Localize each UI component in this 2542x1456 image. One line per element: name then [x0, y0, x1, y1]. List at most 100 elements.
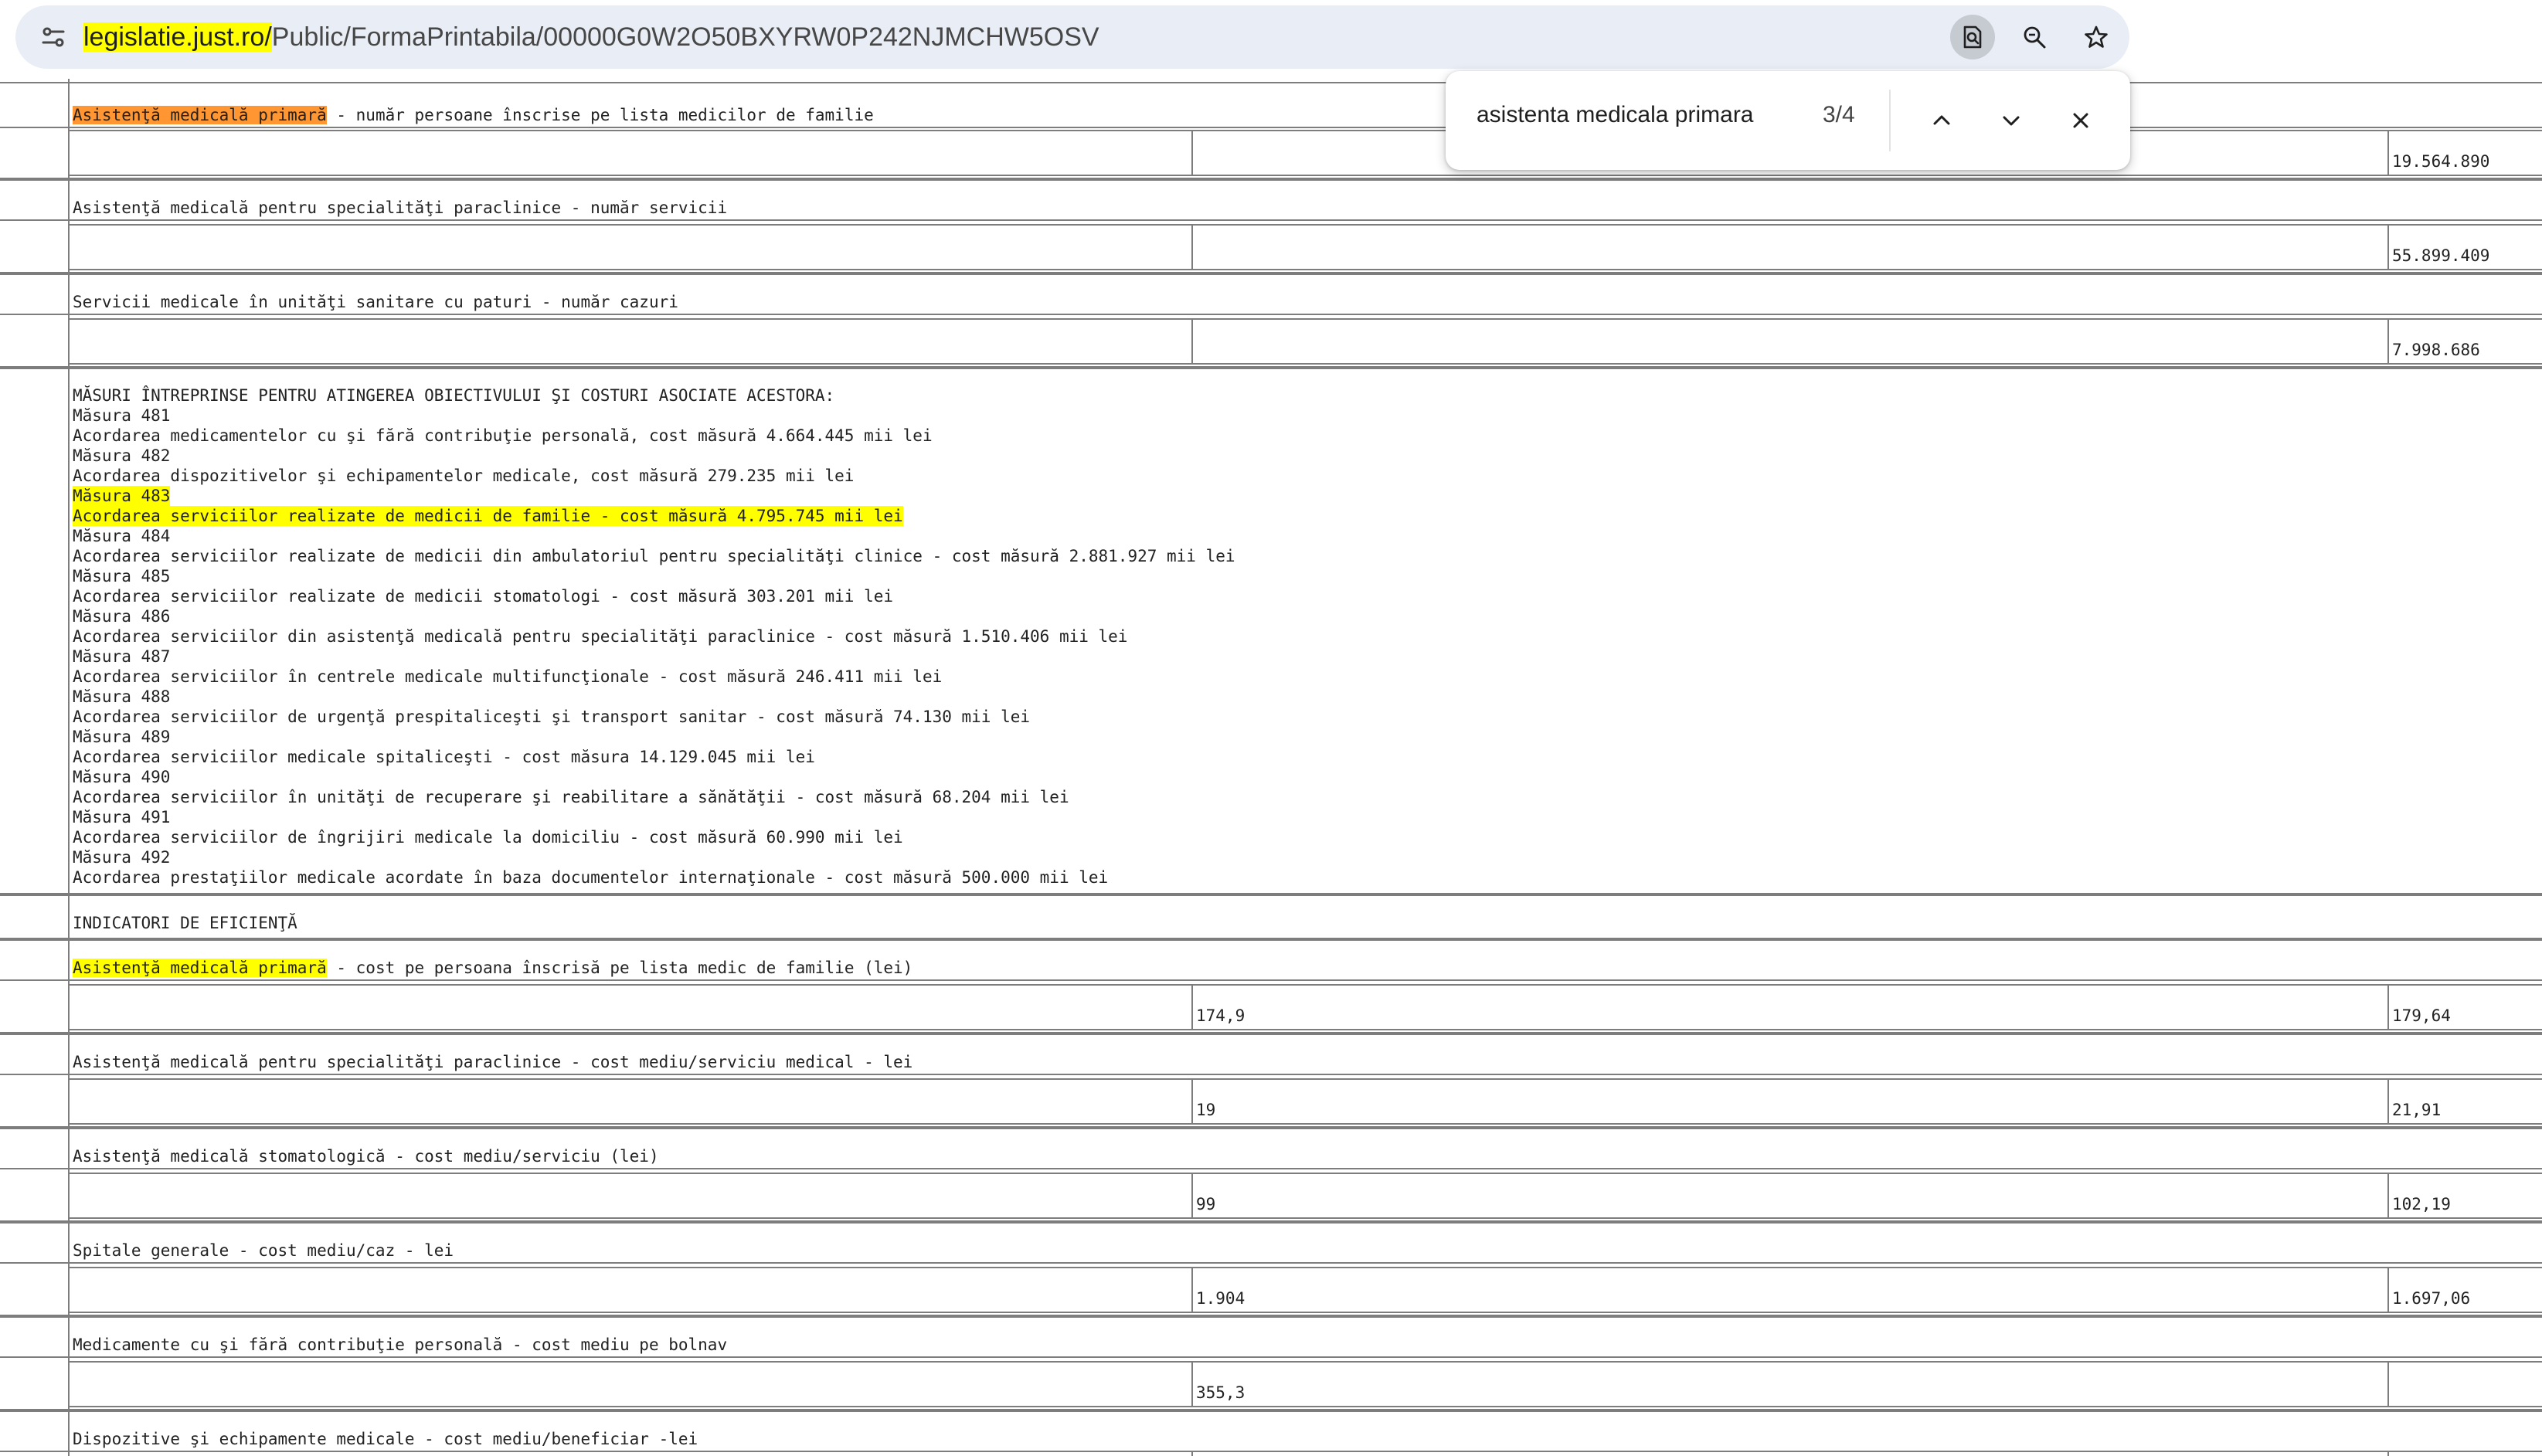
find-divider — [1889, 90, 1891, 151]
find-previous-button[interactable] — [1920, 99, 1963, 142]
table-rule — [0, 272, 2542, 275]
table-rule — [0, 314, 2542, 315]
bookmark-star-icon[interactable] — [2074, 15, 2119, 59]
table-row-label: Asistenţă medicală pentru specialităţi p… — [73, 1053, 913, 1071]
table-cell-value: 19 — [1196, 1101, 1216, 1119]
measure-code: Măsura 481 — [73, 406, 171, 425]
measures-heading: MĂSURI ÎNTREPRINSE PENTRU ATINGEREA OBIE… — [73, 386, 835, 405]
table-rule — [0, 893, 2542, 896]
section-heading: INDICATORI DE EFICIENŢĂ — [73, 914, 297, 932]
table-cell-value: 174,9 — [1196, 1006, 1246, 1025]
measure-text: Acordarea serviciilor realizate de medic… — [73, 587, 894, 606]
measure-text: Acordarea dispozitivelor şi echipamentel… — [73, 467, 855, 485]
table-row-label: Dispozitive şi echipamente medicale - co… — [73, 1430, 698, 1448]
table-row-label: Asistenţă medicală stomatologică - cost … — [73, 1147, 659, 1166]
table-cell — [1191, 1361, 2389, 1407]
table-cell-value: 99 — [1196, 1195, 1216, 1213]
table-cell — [68, 1267, 1193, 1313]
table-cell — [68, 1173, 1193, 1219]
table-cell-value: 21,91 — [2392, 1101, 2442, 1119]
measure-code: Măsura 491 — [73, 808, 171, 826]
table-cell-value: 19.564.890 — [2392, 152, 2490, 171]
label-text: - cost pe persoana înscrisă pe lista med… — [326, 959, 913, 977]
table-cell-value: 179,64 — [2392, 1006, 2451, 1025]
measure-code: Măsura 482 — [73, 446, 171, 465]
measure-code: Măsura 490 — [73, 768, 171, 786]
table-row-label: Asistenţă medicală primară - număr perso… — [73, 105, 874, 125]
table-cell — [68, 130, 1193, 176]
chevron-up-icon — [1933, 115, 1950, 125]
table-cell — [1191, 318, 2389, 365]
table-row-label: Servicii medicale în unităţi sanitare cu… — [73, 293, 678, 311]
table-cell-value: 102,19 — [2392, 1195, 2451, 1213]
measure-text: Acordarea serviciilor realizate de medic… — [73, 547, 1235, 565]
table-rule — [0, 938, 2542, 941]
measure-text: Acordarea serviciilor medicale spitalice… — [73, 748, 815, 766]
table-rule — [0, 1074, 2542, 1075]
measure-text: Acordarea prestaţiilor medicale acordate… — [73, 868, 1109, 887]
measure-text: Acordarea serviciilor de urgenţă prespit… — [73, 708, 1031, 726]
table-cell-value: 1.697,06 — [2392, 1289, 2471, 1308]
find-next-button[interactable] — [1990, 99, 2033, 142]
table-cell — [2387, 1361, 2542, 1407]
table-cell — [68, 224, 1193, 270]
find-match: Asistenţă medicală primară — [73, 959, 327, 977]
table-rule — [0, 178, 2542, 181]
table-column-line — [68, 79, 70, 1456]
measure-text: Acordarea serviciilor de îngrijiri medic… — [73, 828, 903, 847]
table-cell — [68, 318, 1193, 365]
measure-code: Măsura 489 — [73, 728, 171, 746]
table-cell — [68, 984, 1193, 1030]
find-match-count: 3/4 — [1823, 102, 1855, 127]
url-path: Public/FormaPrintabila/00000G0W2O50BXYRW… — [271, 22, 1099, 52]
table-cell — [68, 1078, 1193, 1125]
find-in-page-icon[interactable] — [1950, 15, 1995, 59]
find-match-active: Asistenţă medicală primară — [73, 106, 327, 124]
browser-toolbar: legislatie.just.ro/Public/FormaPrintabil… — [0, 0, 2542, 79]
measure-code: Măsura 485 — [73, 567, 171, 585]
document-page: Asistenţă medicală primară - număr perso… — [0, 79, 2542, 1456]
measure-text: Acordarea serviciilor din asistenţă medi… — [73, 627, 1128, 646]
chevron-down-icon — [2003, 116, 2020, 126]
table-rule — [0, 1451, 2542, 1452]
table-cell — [1191, 1267, 2389, 1313]
find-input[interactable]: asistenta medicala primara — [1477, 102, 1754, 128]
site-info-icon[interactable] — [32, 16, 74, 58]
measure-code-highlighted: Măsura 483 — [73, 486, 171, 506]
find-close-button[interactable] — [2059, 99, 2102, 142]
table-row-label: Asistenţă medicală primară - cost pe per… — [73, 958, 912, 978]
table-rule — [0, 1126, 2542, 1129]
table-rule — [0, 1168, 2542, 1169]
find-bar: asistenta medicala primara 3/4 — [1446, 71, 2130, 170]
measure-text: Acordarea medicamentelor cu şi fără cont… — [73, 426, 933, 445]
table-rule — [0, 82, 2542, 83]
measures-list: MĂSURI ÎNTREPRINSE PENTRU ATINGEREA OBIE… — [73, 385, 1235, 888]
address-bar[interactable]: legislatie.just.ro/Public/FormaPrintabil… — [15, 5, 2129, 69]
table-rule — [0, 127, 2542, 128]
url-host: legislatie.just.ro/ — [83, 22, 272, 52]
table-rule — [0, 219, 2542, 221]
table-cell-value: 1.904 — [1196, 1289, 1246, 1308]
table-row-label: Asistenţă medicală pentru specialităţi p… — [73, 199, 728, 217]
table-rule — [0, 1315, 2542, 1318]
table-cell-value: 7.998.686 — [2392, 341, 2480, 359]
table-row-label: Medicamente cu şi fără contribuţie perso… — [73, 1336, 728, 1354]
measure-text-highlighted: Acordarea serviciilor realizate de medic… — [73, 506, 903, 526]
table-cell — [1191, 1173, 2389, 1219]
table-cell — [1191, 224, 2389, 270]
measure-code: Măsura 484 — [73, 527, 171, 545]
label-text: - număr persoane înscrise pe lista medic… — [326, 106, 874, 124]
table-cell — [68, 1361, 1193, 1407]
url-text[interactable]: legislatie.just.ro/Public/FormaPrintabil… — [83, 5, 1099, 69]
table-rule — [0, 1032, 2542, 1035]
table-rule — [0, 1356, 2542, 1358]
close-icon — [2073, 113, 2088, 128]
measure-text: Acordarea serviciilor în unităţi de recu… — [73, 788, 1069, 806]
measure-code: Măsura 488 — [73, 687, 171, 706]
table-rule — [0, 1262, 2542, 1264]
zoom-icon[interactable] — [2012, 15, 2057, 59]
table-cell-value: 55.899.409 — [2392, 246, 2490, 265]
table-cell-value: 355,3 — [1196, 1383, 1246, 1402]
table-rule — [0, 366, 2542, 369]
table-column-line — [1191, 1452, 1193, 1456]
